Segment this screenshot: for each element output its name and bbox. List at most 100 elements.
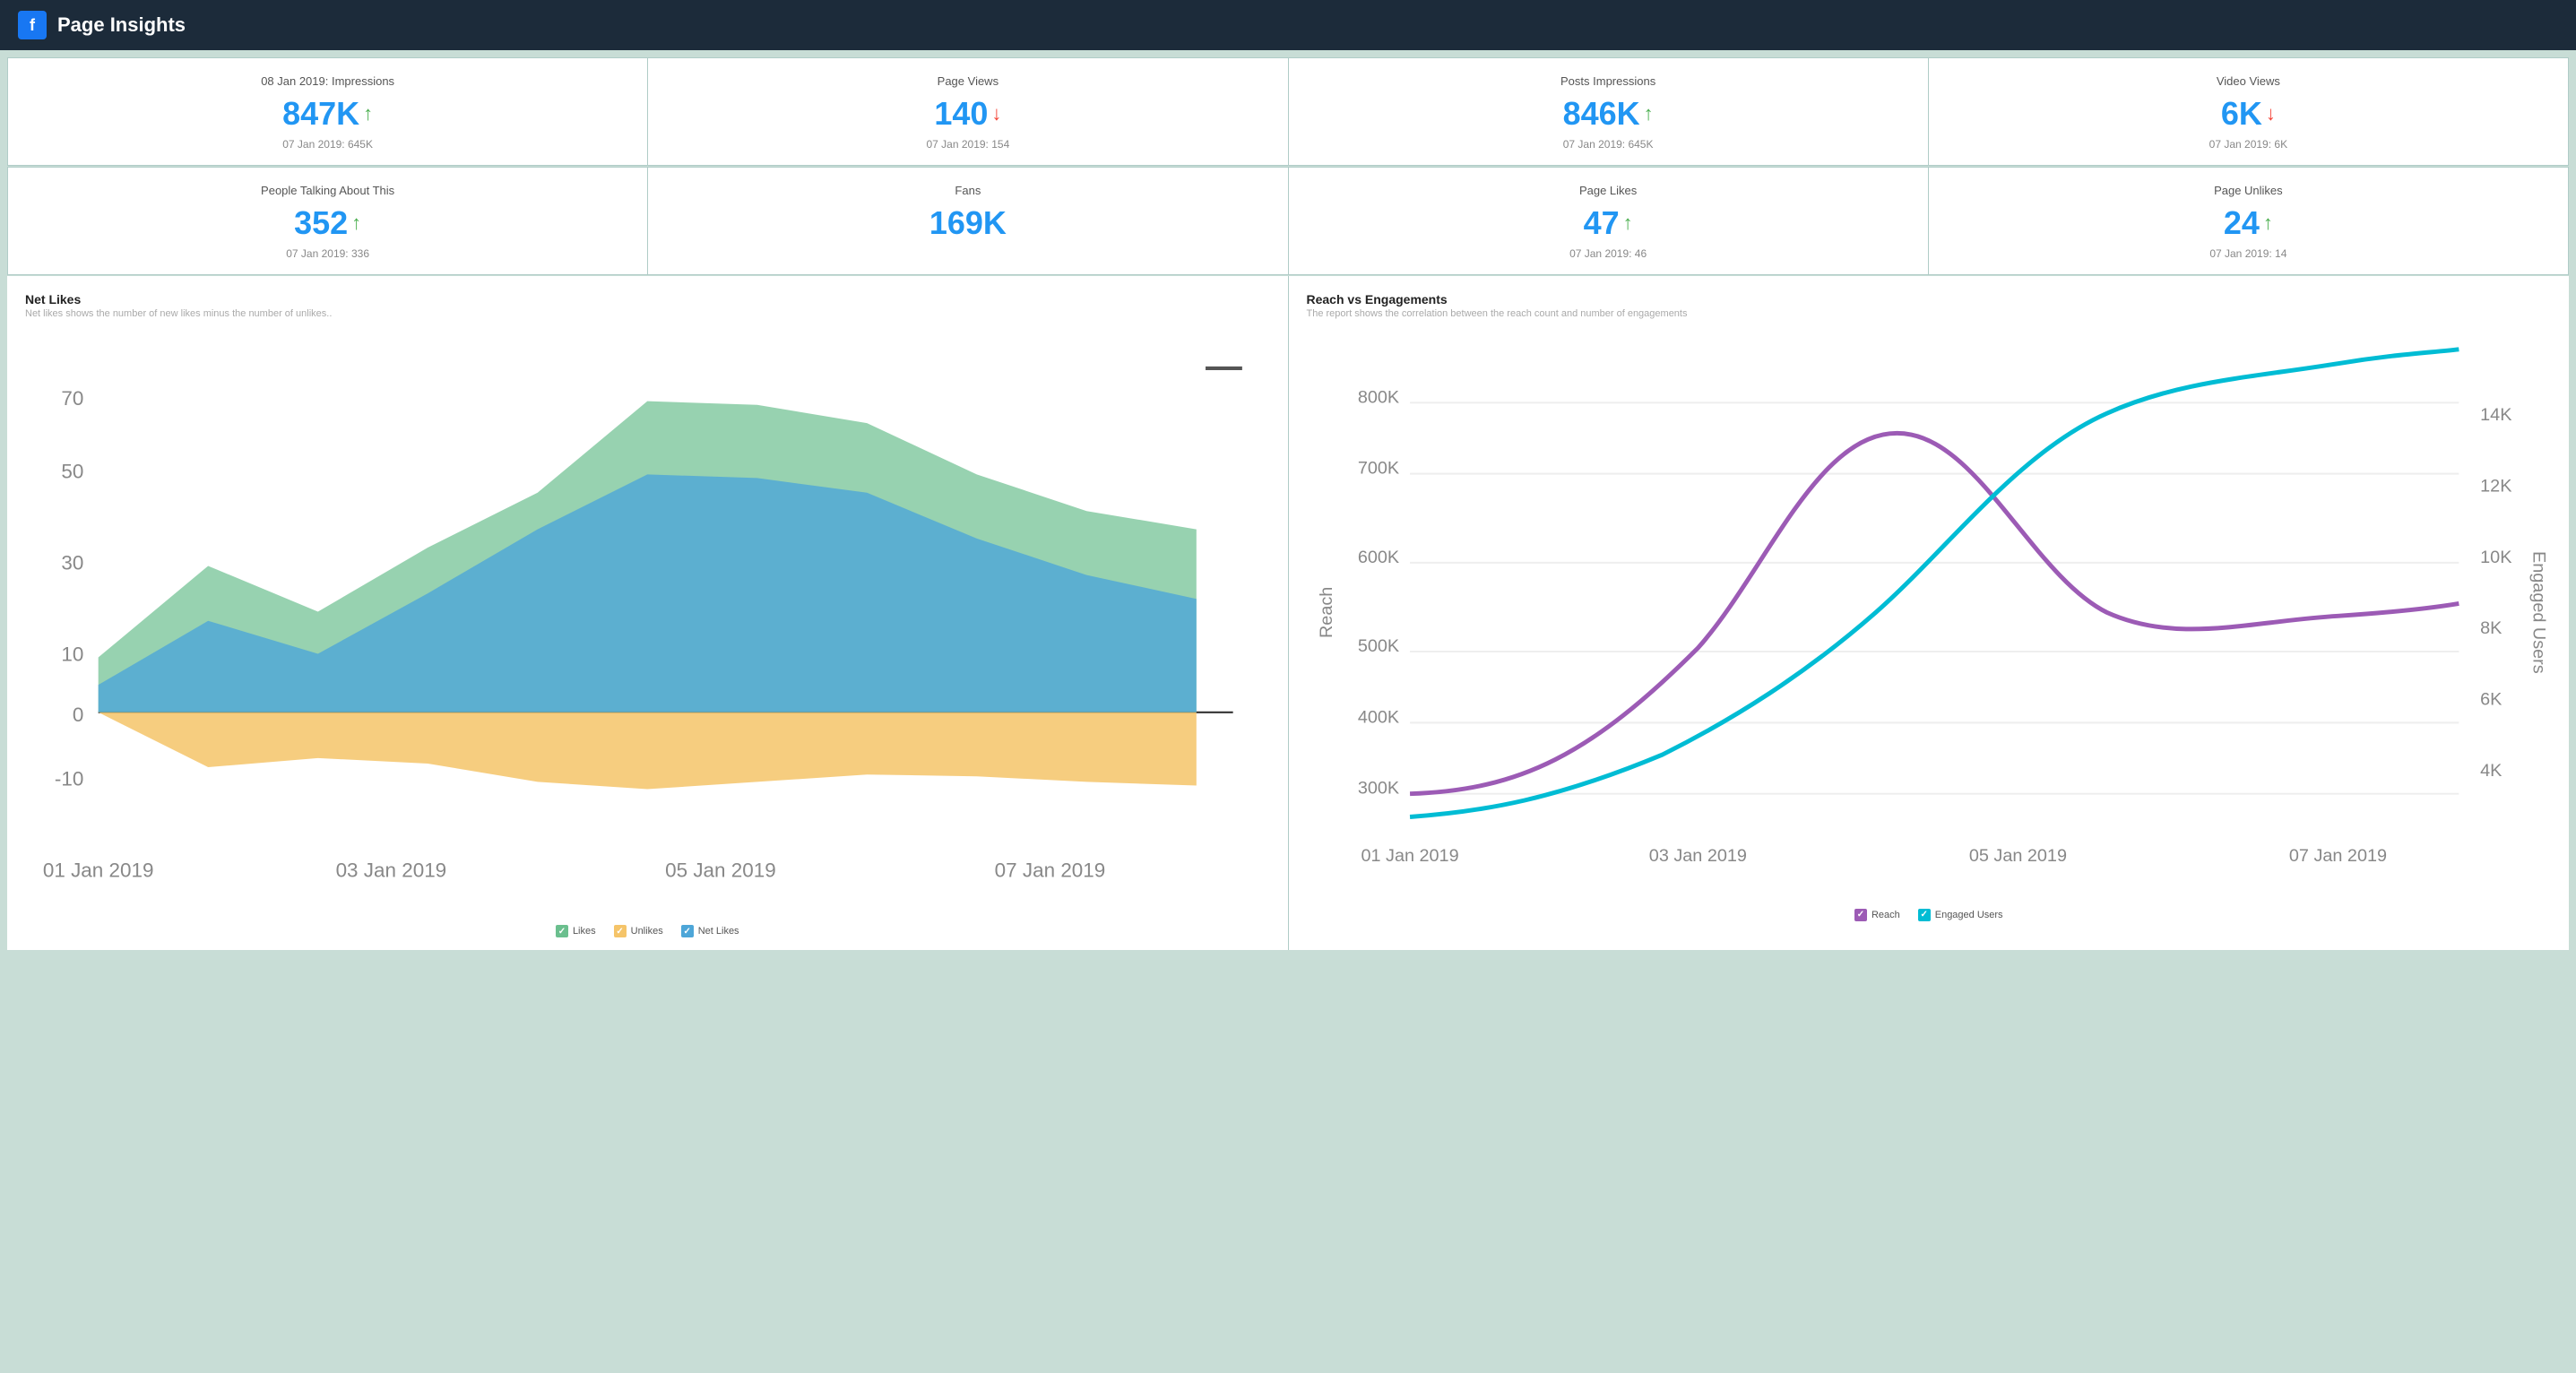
stat-impressions: 08 Jan 2019: Impressions 847K ↑ 07 Jan 2… bbox=[8, 58, 647, 165]
svg-text:Engaged Users: Engaged Users bbox=[2528, 551, 2548, 674]
net-likes-chart: Net Likes Net likes shows the number of … bbox=[7, 276, 1288, 950]
svg-text:600K: 600K bbox=[1357, 548, 1398, 567]
stat-video-views-trend-icon: ↓ bbox=[2266, 102, 2276, 125]
svg-text:05 Jan 2019: 05 Jan 2019 bbox=[665, 859, 776, 882]
legend-engaged-users: ✓ Engaged Users bbox=[1918, 909, 2003, 921]
svg-text:10K: 10K bbox=[2480, 548, 2511, 567]
svg-text:05 Jan 2019: 05 Jan 2019 bbox=[1968, 846, 2066, 866]
stat-page-likes-label: Page Likes bbox=[1307, 184, 1910, 197]
charts-grid: Net Likes Net likes shows the number of … bbox=[7, 276, 2569, 950]
stat-page-likes-prev: 07 Jan 2019: 46 bbox=[1307, 247, 1910, 260]
stat-fans: Fans 169K bbox=[648, 168, 1287, 274]
legend-unlikes: ✓ Unlikes bbox=[614, 925, 663, 937]
stat-talking-trend-icon: ↑ bbox=[351, 212, 361, 235]
svg-text:4K: 4K bbox=[2480, 761, 2502, 781]
svg-text:-10: -10 bbox=[55, 767, 83, 790]
stat-page-unlikes: Page Unlikes 24 ↑ 07 Jan 2019: 14 bbox=[1929, 168, 2568, 274]
header: f Page Insights bbox=[0, 0, 2576, 50]
stat-video-views-value-row: 6K ↓ bbox=[1947, 95, 2550, 133]
svg-text:Reach: Reach bbox=[1316, 587, 1336, 638]
stat-page-unlikes-prev: 07 Jan 2019: 14 bbox=[1947, 247, 2550, 260]
legend-unlikes-label: Unlikes bbox=[631, 926, 663, 937]
reach-subtitle: The report shows the correlation between… bbox=[1307, 308, 2552, 319]
svg-text:07 Jan 2019: 07 Jan 2019 bbox=[995, 859, 1106, 882]
stat-talking-prev: 07 Jan 2019: 336 bbox=[26, 247, 629, 260]
net-likes-title: Net Likes bbox=[25, 292, 1270, 307]
stats-row-2: People Talking About This 352 ↑ 07 Jan 2… bbox=[7, 167, 2569, 275]
svg-text:01 Jan 2019: 01 Jan 2019 bbox=[43, 859, 154, 882]
legend-likes-label: Likes bbox=[573, 926, 596, 937]
legend-net-likes: ✓ Net Likes bbox=[681, 925, 739, 937]
stat-posts-impressions-label: Posts Impressions bbox=[1307, 74, 1910, 88]
svg-text:03 Jan 2019: 03 Jan 2019 bbox=[336, 859, 447, 882]
legend-engaged-users-box: ✓ bbox=[1918, 909, 1931, 921]
legend-engaged-users-label: Engaged Users bbox=[1935, 910, 2003, 920]
net-likes-legend: ✓ Likes ✓ Unlikes ✓ Net Likes bbox=[25, 925, 1270, 937]
stat-pageviews-value-row: 140 ↓ bbox=[666, 95, 1269, 133]
stat-fans-label: Fans bbox=[666, 184, 1269, 197]
facebook-icon: f bbox=[18, 11, 47, 39]
stat-impressions-label: 08 Jan 2019: Impressions bbox=[26, 74, 629, 88]
stat-fans-value: 169K bbox=[929, 204, 1007, 242]
stat-impressions-prev: 07 Jan 2019: 645K bbox=[26, 138, 629, 151]
svg-text:500K: 500K bbox=[1357, 636, 1398, 656]
stat-video-views: Video Views 6K ↓ 07 Jan 2019: 6K bbox=[1929, 58, 2568, 165]
stat-page-likes-value-row: 47 ↑ bbox=[1307, 204, 1910, 242]
svg-text:12K: 12K bbox=[2480, 476, 2511, 496]
page-title: Page Insights bbox=[57, 13, 186, 37]
stat-posts-impressions-value-row: 846K ↑ bbox=[1307, 95, 1910, 133]
stat-talking-value: 352 bbox=[294, 204, 348, 242]
legend-unlikes-box: ✓ bbox=[614, 925, 627, 937]
svg-text:70: 70 bbox=[61, 387, 83, 410]
stat-page-unlikes-label: Page Unlikes bbox=[1947, 184, 2550, 197]
legend-reach-box: ✓ bbox=[1854, 909, 1867, 921]
svg-text:0: 0 bbox=[73, 704, 84, 726]
legend-reach: ✓ Reach bbox=[1854, 909, 1900, 921]
stat-pageviews-trend-icon: ↓ bbox=[991, 102, 1001, 125]
stat-talking-label: People Talking About This bbox=[26, 184, 629, 197]
legend-net-likes-label: Net Likes bbox=[698, 926, 739, 937]
svg-text:07 Jan 2019: 07 Jan 2019 bbox=[2288, 846, 2386, 866]
net-likes-chart-container: 70 50 30 10 0 -10 01 Jan 2019 bbox=[25, 328, 1270, 918]
stat-impressions-value-row: 847K ↑ bbox=[26, 95, 629, 133]
legend-reach-label: Reach bbox=[1871, 910, 1900, 920]
svg-text:6K: 6K bbox=[2480, 690, 2502, 710]
reach-legend: ✓ Reach ✓ Engaged Users bbox=[1307, 909, 2552, 921]
stat-page-unlikes-value-row: 24 ↑ bbox=[1947, 204, 2550, 242]
stat-page-likes: Page Likes 47 ↑ 07 Jan 2019: 46 bbox=[1289, 168, 1928, 274]
stat-page-likes-trend-icon: ↑ bbox=[1623, 212, 1633, 235]
stat-pageviews-prev: 07 Jan 2019: 154 bbox=[666, 138, 1269, 151]
stat-pageviews: Page Views 140 ↓ 07 Jan 2019: 154 bbox=[648, 58, 1287, 165]
stat-talking-value-row: 352 ↑ bbox=[26, 204, 629, 242]
stat-impressions-trend-icon: ↑ bbox=[363, 102, 373, 125]
stat-video-views-value: 6K bbox=[2221, 95, 2262, 133]
svg-text:800K: 800K bbox=[1357, 387, 1398, 407]
stat-posts-impressions-trend-icon: ↑ bbox=[1644, 102, 1654, 125]
stat-impressions-value: 847K bbox=[282, 95, 359, 133]
stat-video-views-prev: 07 Jan 2019: 6K bbox=[1947, 138, 2550, 151]
stat-fans-value-row: 169K bbox=[666, 204, 1269, 242]
svg-text:30: 30 bbox=[61, 552, 83, 574]
svg-text:14K: 14K bbox=[2480, 405, 2511, 425]
stat-video-views-label: Video Views bbox=[1947, 74, 2550, 88]
net-likes-svg: 70 50 30 10 0 -10 01 Jan 2019 bbox=[25, 328, 1270, 913]
stat-page-likes-value: 47 bbox=[1584, 204, 1620, 242]
stat-talking: People Talking About This 352 ↑ 07 Jan 2… bbox=[8, 168, 647, 274]
net-likes-subtitle: Net likes shows the number of new likes … bbox=[25, 308, 1270, 319]
svg-text:10: 10 bbox=[61, 643, 83, 666]
stat-pageviews-label: Page Views bbox=[666, 74, 1269, 88]
svg-text:300K: 300K bbox=[1357, 779, 1398, 799]
svg-text:400K: 400K bbox=[1357, 707, 1398, 727]
svg-text:50: 50 bbox=[61, 460, 83, 482]
reach-title: Reach vs Engagements bbox=[1307, 292, 2552, 307]
svg-text:700K: 700K bbox=[1357, 459, 1398, 479]
content-area: 08 Jan 2019: Impressions 847K ↑ 07 Jan 2… bbox=[0, 50, 2576, 957]
legend-likes: ✓ Likes bbox=[556, 925, 596, 937]
svg-text:01 Jan 2019: 01 Jan 2019 bbox=[1361, 846, 1458, 866]
stat-posts-impressions: Posts Impressions 846K ↑ 07 Jan 2019: 64… bbox=[1289, 58, 1928, 165]
stat-pageviews-value: 140 bbox=[934, 95, 988, 133]
stats-row-1: 08 Jan 2019: Impressions 847K ↑ 07 Jan 2… bbox=[7, 57, 2569, 166]
svg-text:8K: 8K bbox=[2480, 618, 2502, 638]
stat-page-unlikes-value: 24 bbox=[2224, 204, 2260, 242]
reach-chart-container: 800K 700K 600K 500K 400K 300K Reach 14K … bbox=[1307, 328, 2552, 902]
